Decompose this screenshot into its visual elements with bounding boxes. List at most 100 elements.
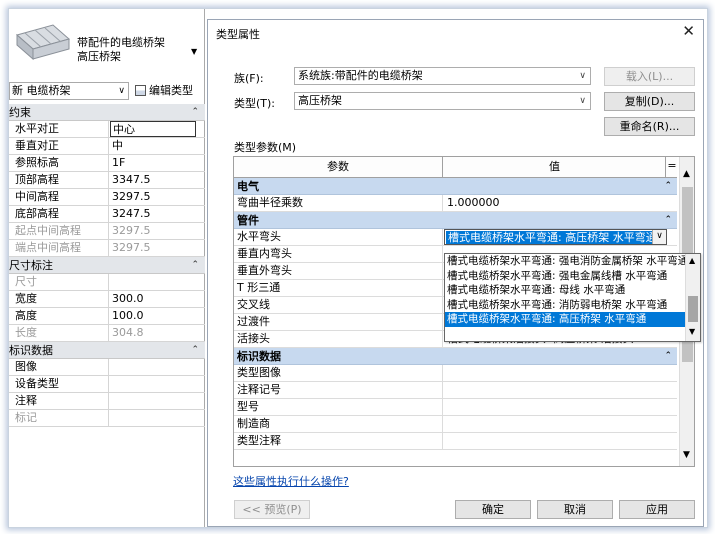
parameter-name: 注释记号: [234, 382, 443, 398]
property-value[interactable]: 3247.5: [110, 206, 205, 222]
type-name-value: 高压桥架: [77, 50, 121, 63]
scroll-up-icon[interactable]: ▲: [689, 256, 695, 265]
property-value[interactable]: 100.0: [110, 308, 205, 324]
rename-button[interactable]: 重命名(R)...: [604, 117, 695, 136]
property-value[interactable]: 1F: [110, 155, 205, 171]
column-header-parameter[interactable]: 参数: [234, 157, 443, 177]
parameter-group-title: 标识数据: [237, 350, 281, 363]
parameter-name: 交叉线: [234, 297, 443, 313]
collapse-chevron-icon[interactable]: ⌃: [191, 342, 199, 359]
collapse-chevron-icon[interactable]: ⌃: [664, 178, 672, 195]
chevron-down-icon[interactable]: ∨: [652, 230, 666, 244]
collapse-chevron-icon[interactable]: ⌃: [664, 348, 672, 365]
property-row: 垂直对正中: [9, 138, 205, 155]
property-group-title: 尺寸标注: [9, 259, 53, 272]
type-selector-dropdown-icon[interactable]: ▼: [191, 47, 197, 56]
parameter-row: 型号: [234, 399, 677, 416]
property-group-header[interactable]: 标识数据 ⌃: [9, 342, 205, 359]
collapse-chevron-icon[interactable]: ⌃: [191, 104, 199, 121]
property-name: 起点中间高程: [9, 223, 109, 239]
parameter-name: 垂直内弯头: [234, 246, 443, 262]
property-value: [110, 410, 205, 426]
type-combo[interactable]: 高压桥架 ∨: [294, 92, 591, 110]
type-params-label: 类型参数(M): [234, 141, 297, 154]
dropdown-option[interactable]: 槽式电缆桥架水平弯通: 强电金属线槽 水平弯通: [445, 269, 685, 284]
property-row: 设备类型: [9, 376, 205, 393]
collapse-chevron-icon[interactable]: ⌃: [664, 212, 672, 229]
dropdown-option[interactable]: 槽式电缆桥架水平弯通: 高压桥架 水平弯通: [445, 312, 685, 327]
property-group-header[interactable]: 约束 ⌃: [9, 104, 205, 121]
instance-filter-label: 新 电缆桥架: [12, 84, 71, 97]
close-icon[interactable]: ✕: [682, 22, 695, 40]
property-value[interactable]: 中: [110, 138, 205, 154]
property-group-title: 约束: [9, 106, 31, 119]
parameter-group-header[interactable]: 电气 ⌃: [234, 178, 677, 195]
scroll-up-icon[interactable]: ▲: [683, 169, 690, 179]
edit-type-button[interactable]: 编辑类型: [133, 81, 203, 101]
property-name: 标记: [9, 410, 109, 426]
duplicate-button[interactable]: 复制(D)...: [604, 92, 695, 111]
property-name: 长度: [9, 325, 109, 341]
scroll-down-icon[interactable]: ▼: [689, 327, 695, 336]
family-label: 族(F):: [234, 72, 264, 85]
parameter-name: 垂直外弯头: [234, 263, 443, 279]
preview-button[interactable]: << 预览(P): [234, 500, 310, 519]
apply-button[interactable]: 应用: [619, 500, 695, 519]
parameter-name: 制造商: [234, 416, 443, 432]
scroll-down-icon[interactable]: ▼: [683, 450, 690, 460]
instance-filter-dropdown[interactable]: 新 电缆桥架 ∨: [9, 82, 129, 100]
property-value[interactable]: [110, 359, 205, 375]
parameter-row: 类型图像: [234, 365, 677, 382]
property-row: 宽度 300.0: [9, 291, 205, 308]
property-value[interactable]: 300.0: [110, 291, 205, 307]
property-row: 水平对正 中心: [9, 121, 205, 138]
property-value: 304.8: [112, 326, 144, 339]
property-name: 高度: [9, 308, 109, 324]
property-name: 底部高程: [9, 206, 109, 222]
parameter-name: 型号: [234, 399, 443, 415]
ok-button[interactable]: 确定: [455, 500, 531, 519]
parameter-value[interactable]: [444, 382, 677, 398]
parameter-value[interactable]: [444, 416, 677, 432]
dropdown-option[interactable]: 槽式电缆桥架水平弯通: 消防弱电桥架 水平弯通: [445, 298, 685, 313]
column-header-value[interactable]: 值: [444, 157, 666, 177]
property-row: 中间高程 3297.5: [9, 189, 205, 206]
property-name: 注释: [9, 393, 109, 409]
dropdown-option[interactable]: 槽式电缆桥架水平弯通: 强电消防金属桥架 水平弯通: [445, 254, 685, 269]
load-button[interactable]: 载入(L)...: [604, 67, 695, 86]
properties-table: 约束 ⌃ 水平对正 中心 垂直对正中参照标高 1F 顶部高程 3347.5 中间高程 3297.5…: [9, 104, 205, 427]
parameter-value[interactable]: [444, 433, 677, 449]
property-value: 3297.5: [112, 224, 151, 237]
dialog-title: 类型属性: [216, 28, 260, 41]
edit-type-label: 编辑类型: [149, 84, 193, 97]
property-group-header[interactable]: 尺寸标注 ⌃: [9, 257, 205, 274]
property-row: 长度 304.8: [9, 325, 205, 342]
property-value[interactable]: [110, 376, 205, 392]
property-value[interactable]: [110, 393, 205, 409]
property-name: 宽度: [9, 291, 109, 307]
collapse-chevron-icon[interactable]: ⌃: [191, 257, 199, 274]
dropdown-option[interactable]: 槽式电缆桥架水平弯通: 母线 水平弯通: [445, 283, 685, 298]
property-value: 3297.5: [112, 241, 151, 254]
parameter-value[interactable]: [444, 399, 677, 415]
parameter-group-header[interactable]: 标识数据 ⌃: [234, 348, 677, 365]
type-label: 类型(T):: [234, 97, 276, 110]
column-header-formula[interactable]: =: [667, 157, 677, 177]
property-value[interactable]: 3297.5: [110, 189, 205, 205]
cable-tray-thumbnail-icon: [15, 24, 71, 61]
property-row: 标记: [9, 410, 205, 427]
property-value[interactable]: 中心: [110, 121, 196, 137]
help-link[interactable]: 这些属性执行什么操作?: [233, 473, 349, 489]
parameter-group-header[interactable]: 管件 ⌃: [234, 212, 677, 229]
scrollbar-thumb[interactable]: [688, 296, 698, 322]
property-value[interactable]: 3347.5: [110, 172, 205, 188]
cancel-button[interactable]: 取消: [537, 500, 613, 519]
family-combo[interactable]: 系统族:带配件的电缆桥架 ∨: [294, 67, 591, 85]
type-value: 高压桥架: [298, 94, 342, 107]
property-name: 中间高程: [9, 189, 109, 205]
dropdown-scrollbar[interactable]: ▲ ▼: [685, 254, 700, 341]
parameter-value[interactable]: [444, 365, 677, 381]
parameter-value[interactable]: 1.000000: [444, 195, 677, 211]
horizontal-bend-combo[interactable]: 槽式电缆桥架水平弯通: 高压桥架 水平弯通 ∨: [444, 229, 667, 245]
parameter-name: 弯曲半径乘数: [234, 195, 443, 211]
